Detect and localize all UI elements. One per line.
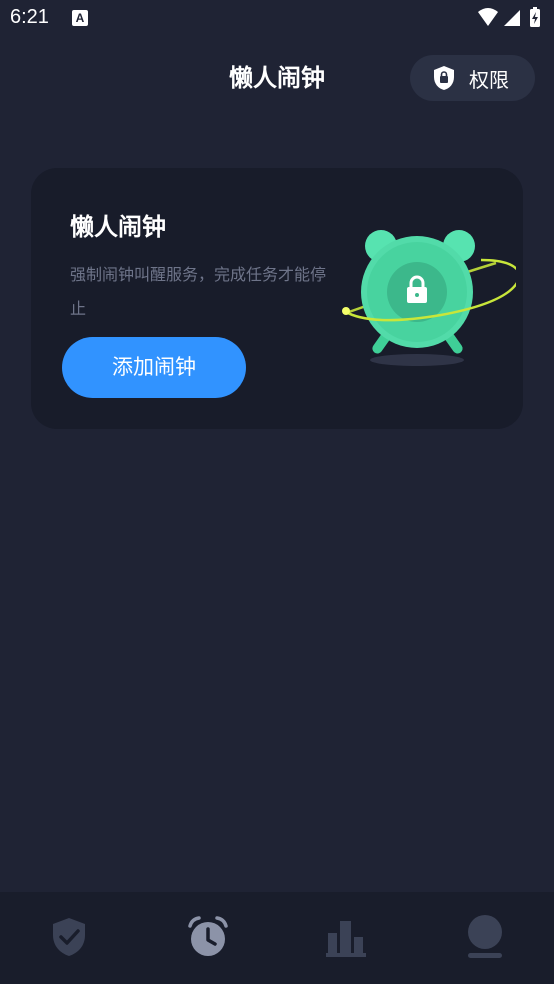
card-description: 强制闹钟叫醒服务，完成任务才能停止 (70, 265, 327, 318)
signal-icon (504, 10, 520, 26)
bar-chart-icon (326, 921, 366, 957)
shield-check-icon (53, 918, 85, 956)
add-alarm-button[interactable]: 添加闹钟 (62, 337, 246, 398)
alarm-intro-card: 懒人闹钟 强制闹钟叫醒服务，完成任务才能停止 添加闹钟 (31, 168, 523, 429)
profile-icon (468, 915, 502, 958)
alarm-lock-illustration (342, 230, 516, 366)
alarm-clock-icon (188, 916, 228, 956)
wifi-icon (478, 8, 498, 26)
permission-button-label: 权限 (469, 67, 509, 92)
nav-profile[interactable] (455, 912, 515, 962)
status-time: 6:21 (10, 6, 49, 28)
battery-icon (530, 7, 540, 27)
status-bar: 6:21 A (0, 0, 554, 38)
shield-lock-icon (434, 66, 454, 90)
card-title: 懒人闹钟 (70, 213, 166, 241)
status-icons (476, 6, 546, 30)
nav-protect[interactable] (39, 912, 99, 962)
nav-stats[interactable] (316, 912, 376, 962)
nav-alarm[interactable] (178, 912, 238, 962)
permission-button[interactable]: 权限 (410, 55, 535, 101)
notification-a-icon: A (72, 10, 88, 26)
bottom-nav (0, 892, 554, 984)
